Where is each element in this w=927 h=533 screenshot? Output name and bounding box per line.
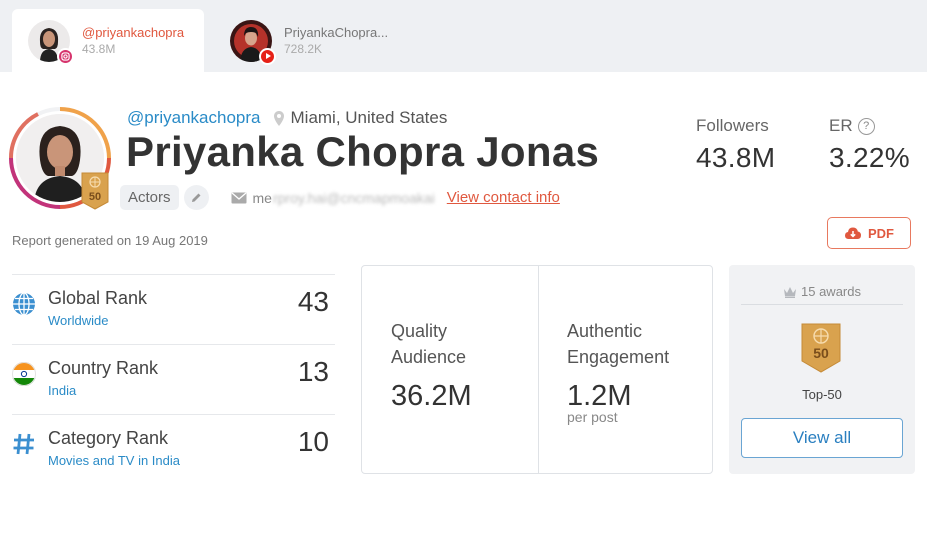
india-flag-icon [12, 362, 36, 386]
er-stat: ER ? 3.22% [829, 116, 910, 174]
rank-value: 43 [297, 286, 329, 317]
pdf-label: PDF [868, 225, 894, 241]
metric-label: Quality Audience [391, 321, 467, 367]
avatar [28, 19, 74, 65]
cloud-download-icon [845, 227, 861, 239]
awards-count: 15 awards [801, 284, 861, 299]
globe-icon [13, 292, 35, 316]
instagram-icon [57, 47, 74, 65]
tab-handle: PriyankaChopra... [284, 24, 389, 40]
authentic-engagement-metric: Authentic Engagement 1.2M per post [567, 318, 697, 425]
rank-shield-icon: 50 [81, 172, 109, 210]
category-tag[interactable]: Actors [120, 185, 179, 210]
hash-icon [13, 433, 34, 455]
er-value: 3.22% [829, 142, 910, 173]
profile-tab-bar: @priyankachopra 43.8M PriyankaChopra... … [0, 0, 927, 72]
mail-icon [231, 192, 247, 203]
email-visible: me [252, 189, 272, 206]
er-label: ER [829, 116, 853, 135]
award-badge-number: 50 [813, 345, 829, 361]
metric-value: 36.2M [391, 380, 472, 412]
crown-icon [784, 286, 796, 298]
rank-row-country: Country Rank India 13 [12, 344, 335, 414]
followers-value: 43.8M [696, 142, 776, 173]
report-generated-date: Report generated on 19 Aug 2019 [12, 233, 208, 248]
tab-instagram-profile[interactable]: @priyankachopra 43.8M [12, 9, 204, 72]
award-label: Top-50 [802, 387, 842, 402]
pdf-download-button[interactable]: PDF [827, 217, 911, 249]
rank-title: Category Rank [48, 428, 169, 448]
followers-stat: Followers 43.8M [696, 116, 775, 174]
profile-location: Miami, United States [290, 108, 448, 127]
view-contact-info-link[interactable]: View contact info [447, 189, 560, 206]
pencil-icon [191, 193, 201, 202]
rank-scope-link[interactable]: Worldwide [48, 313, 108, 328]
tab-follower-count: 43.8M [82, 41, 116, 56]
metric-label: Authentic Engagement [567, 321, 670, 367]
rank-row-category: Category Rank Movies and TV in India 10 [12, 414, 335, 484]
edit-category-button[interactable] [183, 185, 209, 210]
rank-scope-link[interactable]: India [48, 383, 76, 398]
rank-value: 13 [297, 356, 329, 387]
tab-handle: @priyankachopra [82, 24, 185, 40]
location-pin-icon [273, 110, 284, 126]
avatar [230, 19, 276, 65]
awards-card: 15 awards 50 Top-50 View all [729, 265, 915, 474]
rank-badge-number: 50 [89, 191, 101, 203]
rank-row-global: Global Rank Worldwide 43 [12, 274, 335, 344]
divider [538, 266, 539, 473]
rank-scope-link[interactable]: Movies and TV in India [48, 453, 180, 468]
view-all-awards-button[interactable]: View all [741, 418, 903, 458]
help-icon[interactable]: ? [857, 117, 875, 135]
email-blurred: rproy.hai@cncmapmoakai [272, 189, 435, 206]
award-shield-icon: 50 [801, 323, 841, 373]
metric-sub: per post [567, 409, 618, 425]
profile-handle-link[interactable]: @priyankachopra [127, 108, 261, 128]
tab-youtube-profile[interactable]: PriyankaChopra... 728.2K [214, 9, 434, 72]
profile-full-name: Priyanka Chopra Jonas [126, 128, 600, 175]
youtube-icon [259, 47, 276, 65]
quality-audience-metric: Quality Audience 36.2M [391, 318, 521, 413]
rank-title: Global Rank [48, 288, 148, 308]
rank-title: Country Rank [48, 358, 159, 378]
tab-follower-count: 728.2K [284, 41, 323, 56]
rank-value: 10 [297, 426, 329, 457]
followers-label: Followers [696, 116, 769, 135]
audience-metrics-card: Quality Audience 36.2M Authentic Engagem… [361, 265, 713, 474]
rank-list: Global Rank Worldwide 43 Country Rank In… [12, 274, 335, 484]
